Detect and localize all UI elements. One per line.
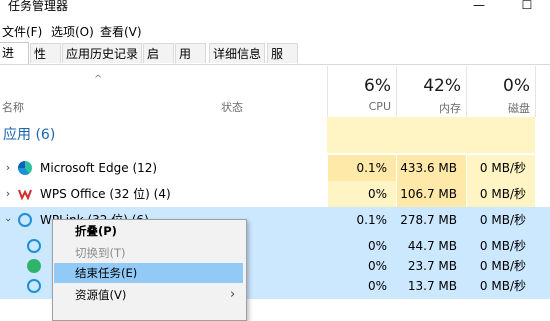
memory-cell: 106.7 MB [396, 181, 466, 207]
menu-bar: 文件(F) 选项(O) 查看(V) [0, 22, 550, 42]
tab-details[interactable]: 详细信息 [209, 43, 265, 63]
tab-bar: 进程 性能 应用历史记录 启动 用户 详细信息 服务 [0, 42, 550, 81]
wplink-icon [18, 213, 32, 227]
header-cpu[interactable]: CPU [328, 100, 391, 113]
menu-file[interactable]: 文件(F) [0, 22, 44, 42]
maximize-button[interactable]: ☐ [504, 0, 550, 18]
tab-startup[interactable]: 启动 [143, 43, 174, 81]
header-disk[interactable]: 磁盘 [467, 100, 530, 116]
maximize-icon: ☐ [521, 0, 533, 12]
wps-icon [18, 187, 32, 201]
cpu-cell: 0% [327, 181, 396, 207]
submenu-arrow-icon: › [230, 287, 236, 302]
tab-services[interactable]: 服务 [267, 43, 298, 81]
header-status[interactable]: 状态 [221, 99, 243, 115]
group-title-apps: 应用 (6) [3, 127, 56, 143]
menu-item-end-task[interactable]: 结束任务(E) [54, 263, 243, 283]
disk-cell: 0 MB/秒 [466, 181, 535, 207]
header-memory-percent[interactable]: 42% [397, 76, 461, 96]
process-name: Microsoft Edge (12) [40, 161, 158, 175]
table-row[interactable]: › WPS Office (32 位) (4) 0% 106.7 MB 0 MB… [0, 181, 550, 207]
header-disk-percent[interactable]: 0% [467, 76, 530, 96]
memory-cell: 278.7 MB [396, 207, 466, 233]
minimize-button[interactable]: — [456, 0, 502, 18]
menu-options[interactable]: 选项(O) [49, 22, 96, 42]
tab-processes[interactable]: 进程 [0, 42, 29, 80]
group-row [0, 117, 550, 153]
process-name: WPS Office (32 位) (4) [40, 187, 171, 201]
column-divider [535, 66, 536, 117]
context-menu: 折叠(P) 切换到(T) 结束任务(E) 资源值(V) › [52, 219, 247, 321]
tab-performance[interactable]: 性能 [30, 43, 61, 81]
tab-users[interactable]: 用户 [175, 43, 206, 81]
disk-cell: 0 MB/秒 [466, 155, 535, 181]
tab-app-history[interactable]: 应用历史记录 [62, 43, 142, 63]
cpu-cell: 0.1% [327, 207, 396, 233]
expand-chevron-icon[interactable]: › [3, 181, 13, 207]
menu-item-resource-values[interactable]: 资源值(V) [54, 285, 243, 305]
memory-cell: 433.6 MB [396, 155, 466, 181]
edge-icon [18, 161, 32, 175]
menu-item-collapse[interactable]: 折叠(P) [54, 221, 243, 241]
process-icon [27, 279, 41, 293]
sort-up-icon[interactable]: ^ [94, 74, 102, 85]
header-cpu-percent[interactable]: 6% [328, 76, 391, 96]
cpu-cell: 0.1% [327, 155, 396, 181]
disk-cell: 0 MB/秒 [466, 273, 535, 299]
expand-chevron-icon[interactable]: › [3, 155, 13, 181]
header-name[interactable]: 名称 [2, 99, 24, 115]
cpu-cell: 0% [327, 273, 396, 299]
title-bar: 任务管理器 — ☐ [0, 0, 550, 22]
header-memory[interactable]: 内存 [397, 100, 461, 116]
window-title: 任务管理器 [8, 0, 69, 13]
table-row[interactable]: › Microsoft Edge (12) 0.1% 433.6 MB 0 MB… [0, 155, 550, 181]
menu-item-switch-to[interactable]: 切换到(T) [54, 243, 243, 263]
process-icon [27, 239, 41, 253]
memory-cell: 13.7 MB [396, 273, 466, 299]
menu-view[interactable]: 查看(V) [98, 22, 144, 42]
disk-cell: 0 MB/秒 [466, 207, 535, 233]
wechat-icon [27, 259, 41, 273]
minimize-icon: — [473, 0, 485, 12]
